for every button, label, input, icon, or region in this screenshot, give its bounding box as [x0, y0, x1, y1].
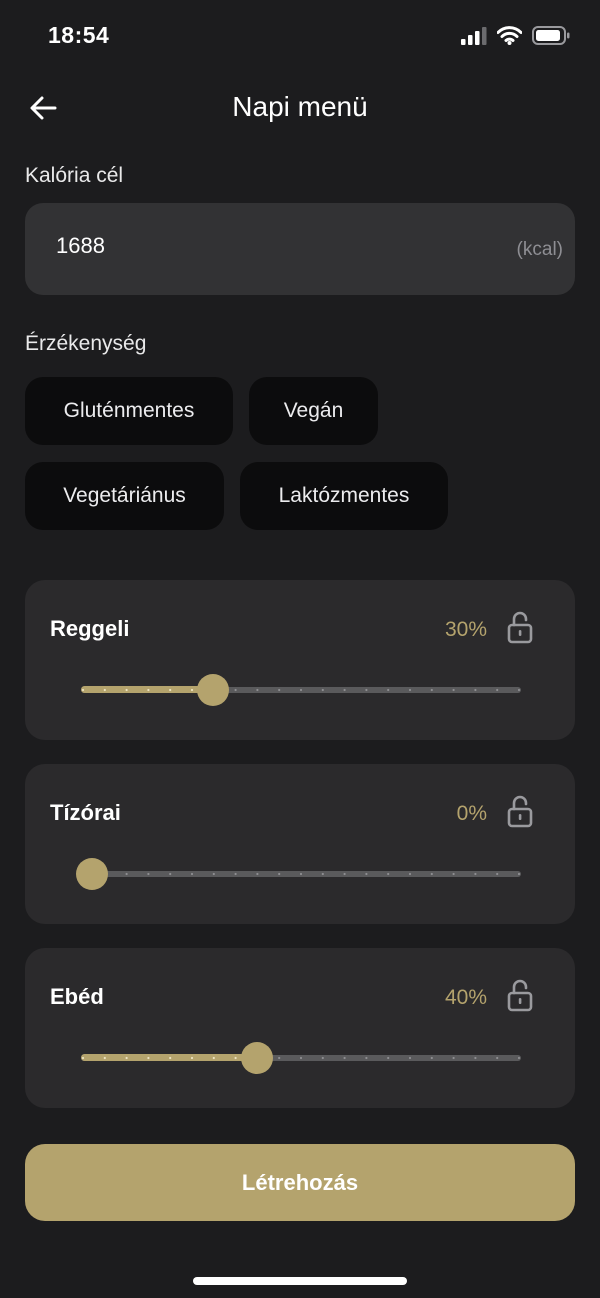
- calorie-unit: (kcal): [516, 239, 563, 260]
- calorie-input[interactable]: 1688 (kcal): [25, 203, 575, 295]
- signal-icon: [461, 26, 487, 45]
- slider-tick: [365, 1056, 368, 1060]
- slider-tick: [125, 1056, 128, 1060]
- slider-tick: [474, 872, 477, 876]
- slider-thumb[interactable]: [241, 1042, 273, 1074]
- chip-glutenmentes[interactable]: Gluténmentes: [25, 377, 233, 445]
- slider-tick: [343, 872, 346, 876]
- slider-tick: [517, 688, 521, 692]
- chip-vegan[interactable]: Vegán: [249, 377, 378, 445]
- slider-tick: [234, 1056, 237, 1060]
- slider-tick: [387, 872, 390, 876]
- slider-tick: [169, 1056, 172, 1060]
- meal-name: Tízórai: [50, 800, 121, 825]
- slider-tick: [474, 1056, 477, 1060]
- slider-thumb[interactable]: [197, 674, 229, 706]
- calorie-value: 1688: [56, 233, 105, 258]
- slider-tick: [343, 1056, 346, 1060]
- slider-tick: [496, 688, 499, 692]
- slider-tick: [147, 1056, 150, 1060]
- slider-tick: [147, 688, 150, 692]
- slider-tick: [169, 688, 172, 692]
- status-icons: [461, 26, 570, 45]
- meal-slider[interactable]: [76, 858, 521, 890]
- meal-slider[interactable]: [81, 674, 521, 706]
- meal-card-tizorai: Tízórai 0%: [25, 764, 575, 924]
- create-button[interactable]: Létrehozás: [25, 1144, 575, 1221]
- lock-open-icon[interactable]: [507, 794, 533, 828]
- slider-tick: [343, 688, 346, 692]
- slider-ticks: [81, 688, 521, 692]
- page-title: Napi menü: [232, 91, 368, 122]
- slider-tick: [430, 1056, 433, 1060]
- slider-tick: [234, 872, 237, 876]
- calorie-label: Kalória cél: [25, 164, 124, 187]
- slider-tick: [474, 688, 477, 692]
- slider-tick: [125, 872, 128, 876]
- slider-tick: [321, 1056, 324, 1060]
- lock-open-icon[interactable]: [507, 978, 533, 1012]
- slider-tick: [103, 688, 106, 692]
- slider-tick: [299, 872, 303, 876]
- slider-tick: [125, 688, 128, 692]
- slider-tick: [517, 1056, 521, 1060]
- meal-name: Ebéd: [50, 984, 104, 1009]
- slider-thumb[interactable]: [76, 858, 108, 890]
- slider-tick: [365, 872, 368, 876]
- slider-tick: [212, 1056, 215, 1060]
- slider-tick: [496, 872, 499, 876]
- slider-tick: [212, 872, 215, 876]
- meal-name: Reggeli: [50, 616, 130, 641]
- battery-icon: [532, 26, 570, 45]
- slider-tick: [408, 688, 412, 692]
- slider-tick: [452, 688, 455, 692]
- slider-tick: [517, 872, 521, 876]
- slider-tick: [190, 688, 194, 692]
- slider-tick: [452, 1056, 455, 1060]
- slider-tick: [430, 872, 433, 876]
- slider-tick: [190, 1056, 194, 1060]
- wifi-icon: [497, 26, 522, 45]
- slider-tick: [387, 1056, 390, 1060]
- sensitivity-label: Érzékenység: [25, 332, 147, 355]
- slider-tick: [81, 1056, 85, 1060]
- slider-tick: [408, 1056, 412, 1060]
- header: Napi menü: [0, 78, 600, 142]
- status-bar: 18:54: [0, 0, 600, 78]
- slider-tick: [278, 872, 281, 876]
- slider-ticks: [81, 1056, 521, 1060]
- slider-tick: [278, 1056, 281, 1060]
- chip-laktozmentes[interactable]: Laktózmentes: [240, 462, 448, 530]
- meal-slider[interactable]: [81, 1042, 521, 1074]
- chip-vegetarianus[interactable]: Vegetáriánus: [25, 462, 224, 530]
- home-indicator: [193, 1277, 407, 1285]
- slider-tick: [408, 872, 412, 876]
- slider-tick: [299, 1056, 303, 1060]
- slider-tick: [81, 688, 85, 692]
- meal-card-ebed: Ebéd 40%: [25, 948, 575, 1108]
- slider-tick: [452, 872, 455, 876]
- slider-tick: [430, 688, 433, 692]
- slider-tick: [299, 688, 303, 692]
- slider-tick: [496, 1056, 499, 1060]
- slider-tick: [234, 688, 237, 692]
- slider-tick: [147, 872, 150, 876]
- meal-percent: 30%: [444, 618, 487, 641]
- slider-tick: [387, 688, 390, 692]
- meal-percent: 40%: [444, 986, 487, 1009]
- slider-tick: [278, 688, 281, 692]
- slider-tick: [190, 872, 194, 876]
- slider-ticks: [81, 872, 521, 876]
- status-time: 18:54: [48, 22, 110, 48]
- meal-percent: 0%: [456, 802, 487, 825]
- slider-tick: [103, 1056, 106, 1060]
- lock-open-icon[interactable]: [507, 610, 533, 644]
- slider-tick: [321, 872, 324, 876]
- slider-tick: [256, 872, 259, 876]
- slider-tick: [169, 872, 172, 876]
- slider-tick: [256, 688, 259, 692]
- meal-card-reggeli: Reggeli 30%: [25, 580, 575, 740]
- slider-tick: [321, 688, 324, 692]
- slider-tick: [365, 688, 368, 692]
